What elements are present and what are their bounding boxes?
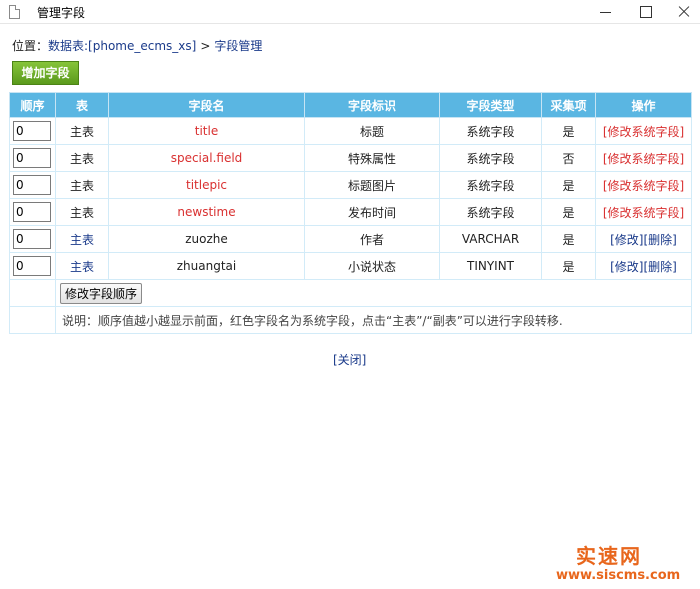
submit-row: 修改字段顺序: [9, 279, 692, 307]
field-type: TINYINT: [466, 259, 515, 273]
field-name: special.field: [170, 151, 243, 165]
order-input[interactable]: [13, 148, 51, 168]
table-row: 主表 newstime 发布时间 系统字段 是 [修改系统字段]: [9, 198, 692, 226]
close-link[interactable]: [关闭]: [333, 351, 366, 368]
delete-field-link[interactable]: [删除]: [644, 233, 677, 247]
watermark-url: www.siscms.com: [556, 568, 681, 583]
window-title: 管理字段: [37, 6, 86, 20]
field-label: 特殊属性: [347, 151, 396, 166]
col-header-field-type: 字段类型: [439, 92, 542, 118]
delete-field-link[interactable]: [删除]: [644, 260, 677, 274]
edit-system-field-link[interactable]: [修改系统字段]: [603, 125, 684, 139]
table-header-row: 顺序 表 字段名 字段标识 字段类型 采集项 操作: [9, 92, 692, 118]
col-header-field-label: 字段标识: [304, 92, 440, 118]
field-name: newstime: [177, 205, 236, 219]
field-name: zuozhe: [185, 232, 228, 246]
field-name: titlepic: [185, 178, 227, 192]
watermark-logo: 实速网 www.siscms.com: [556, 540, 696, 586]
order-input[interactable]: [13, 121, 51, 141]
col-header-collect: 采集项: [541, 92, 596, 118]
table-row: 主表 title 标题 系统字段 是 [修改系统字段]: [9, 117, 692, 145]
table-row: 主表 special.field 特殊属性 系统字段 否 [修改系统字段]: [9, 144, 692, 172]
order-input[interactable]: [13, 202, 51, 222]
table-type: 主表: [69, 178, 94, 193]
collect-flag: 是: [562, 178, 575, 193]
window-titlebar: 管理字段: [0, 0, 700, 24]
field-name: zhuangtai: [176, 259, 237, 273]
field-label: 标题: [359, 124, 384, 139]
field-type: VARCHAR: [461, 232, 520, 246]
edit-field-link[interactable]: [修改]: [610, 260, 643, 274]
breadcrumb-separator: >: [200, 39, 211, 53]
collect-flag: 是: [562, 205, 575, 220]
table-row: 主表 zhuangtai 小说状态 TINYINT 是 [修改][删除]: [9, 252, 692, 280]
col-header-table: 表: [55, 92, 109, 118]
order-input[interactable]: [13, 256, 51, 276]
col-header-field-name: 字段名: [108, 92, 305, 118]
order-input[interactable]: [13, 229, 51, 249]
collect-flag: 否: [562, 151, 575, 166]
field-type: 系统字段: [466, 205, 515, 220]
field-type: 系统字段: [466, 151, 515, 166]
help-note: 说明：顺序值越小越显示前面，红色字段名为系统字段，点击“主表”/“副表”可以进行…: [55, 306, 692, 334]
collect-flag: 是: [562, 232, 575, 247]
edit-system-field-link[interactable]: [修改系统字段]: [603, 179, 684, 193]
field-label: 标题图片: [347, 178, 396, 193]
order-input[interactable]: [13, 175, 51, 195]
edit-field-link[interactable]: [修改]: [610, 233, 643, 247]
col-header-actions: 操作: [595, 92, 692, 118]
breadcrumb-db-link[interactable]: 数据表:[phome_ecms_xs]: [48, 39, 196, 53]
table-row: 主表 titlepic 标题图片 系统字段 是 [修改系统字段]: [9, 171, 692, 199]
table-transfer-link[interactable]: 主表: [70, 233, 94, 247]
maximize-button[interactable]: [628, 0, 662, 24]
breadcrumb-prefix: 位置：: [12, 39, 49, 53]
watermark-title: 实速网: [576, 544, 642, 568]
table-type: 主表: [69, 151, 94, 166]
breadcrumb: 位置：数据表:[phome_ecms_xs] > 字段管理: [12, 37, 262, 54]
add-field-button[interactable]: 增加字段: [12, 61, 79, 85]
update-order-button[interactable]: 修改字段顺序: [60, 282, 143, 304]
table-type: 主表: [69, 205, 94, 220]
field-label: 发布时间: [347, 205, 396, 220]
table-transfer-link[interactable]: 主表: [70, 260, 94, 274]
breadcrumb-current[interactable]: 字段管理: [214, 39, 262, 53]
edit-system-field-link[interactable]: [修改系统字段]: [603, 152, 684, 166]
field-label: 作者: [359, 232, 384, 247]
note-row: 说明：顺序值越小越显示前面，红色字段名为系统字段，点击“主表”/“副表”可以进行…: [9, 306, 692, 334]
col-header-order: 顺序: [9, 92, 56, 118]
minimize-button[interactable]: [588, 0, 622, 24]
collect-flag: 是: [562, 124, 575, 139]
field-name: title: [194, 124, 219, 138]
field-type: 系统字段: [466, 124, 515, 139]
field-type: 系统字段: [466, 178, 515, 193]
edit-system-field-link[interactable]: [修改系统字段]: [603, 206, 684, 220]
document-icon: [9, 5, 20, 19]
collect-flag: 是: [562, 259, 575, 274]
close-window-button[interactable]: [666, 0, 700, 24]
field-label: 小说状态: [347, 259, 396, 274]
table-type: 主表: [69, 124, 94, 139]
table-row: 主表 zuozhe 作者 VARCHAR 是 [修改][删除]: [9, 225, 692, 253]
fields-table: 顺序 表 字段名 字段标识 字段类型 采集项 操作 主表 title 标题 系统…: [9, 92, 692, 334]
